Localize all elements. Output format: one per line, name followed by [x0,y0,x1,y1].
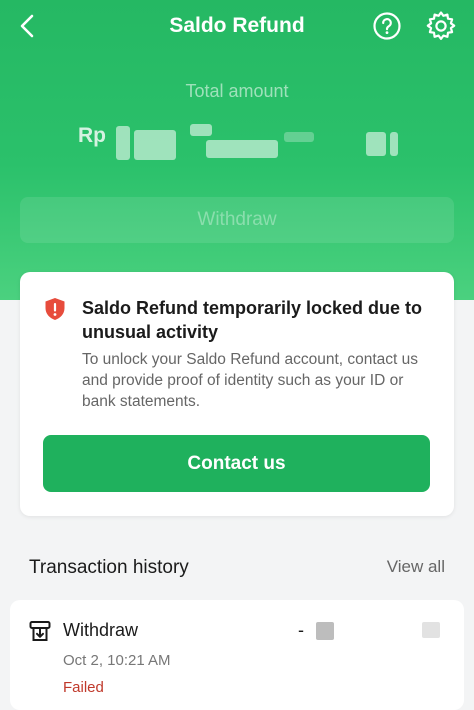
contact-us-button[interactable]: Contact us [43,435,430,492]
currency-label: Rp [78,124,106,147]
alert-title: Saldo Refund temporarily locked due to u… [82,298,423,342]
page-title: Saldo Refund [169,14,305,37]
transaction-status: Failed [63,679,104,696]
transaction-amount-sign: - [298,620,304,640]
help-button[interactable] [372,11,402,41]
redacted-amount-part [134,130,176,160]
transaction-item[interactable]: Withdraw - Oct 2, 10:21 AM Failed [10,600,464,710]
question-circle-icon [373,12,401,40]
locked-alert-card: Saldo Refund temporarily locked due to u… [20,272,454,516]
shield-warning-icon [45,298,65,320]
redacted-amount-part [366,132,386,156]
redacted-amount-part [390,132,398,156]
redacted-amount-part [190,124,212,136]
redacted-amount-part [116,126,130,160]
total-amount-label: Total amount [185,81,289,101]
settings-button[interactable] [424,9,458,43]
redacted-amount-part [284,132,314,142]
transaction-date: Oct 2, 10:21 AM [63,652,171,669]
view-all-link[interactable]: View all [387,557,445,577]
gear-icon [426,11,456,40]
top-bar: Saldo Refund [0,0,474,56]
redacted-amount-part [206,140,278,158]
transaction-history-title: Transaction history [29,557,189,578]
redacted-transaction-amount [316,622,334,640]
alert-body: To unlock your Saldo Refund account, con… [82,351,419,410]
redacted-transaction-amount [422,622,440,638]
transaction-name: Withdraw [63,620,139,640]
withdraw-button[interactable]: Withdraw [20,197,454,243]
withdraw-icon [29,621,51,641]
balance-amount: Rp [78,118,408,168]
